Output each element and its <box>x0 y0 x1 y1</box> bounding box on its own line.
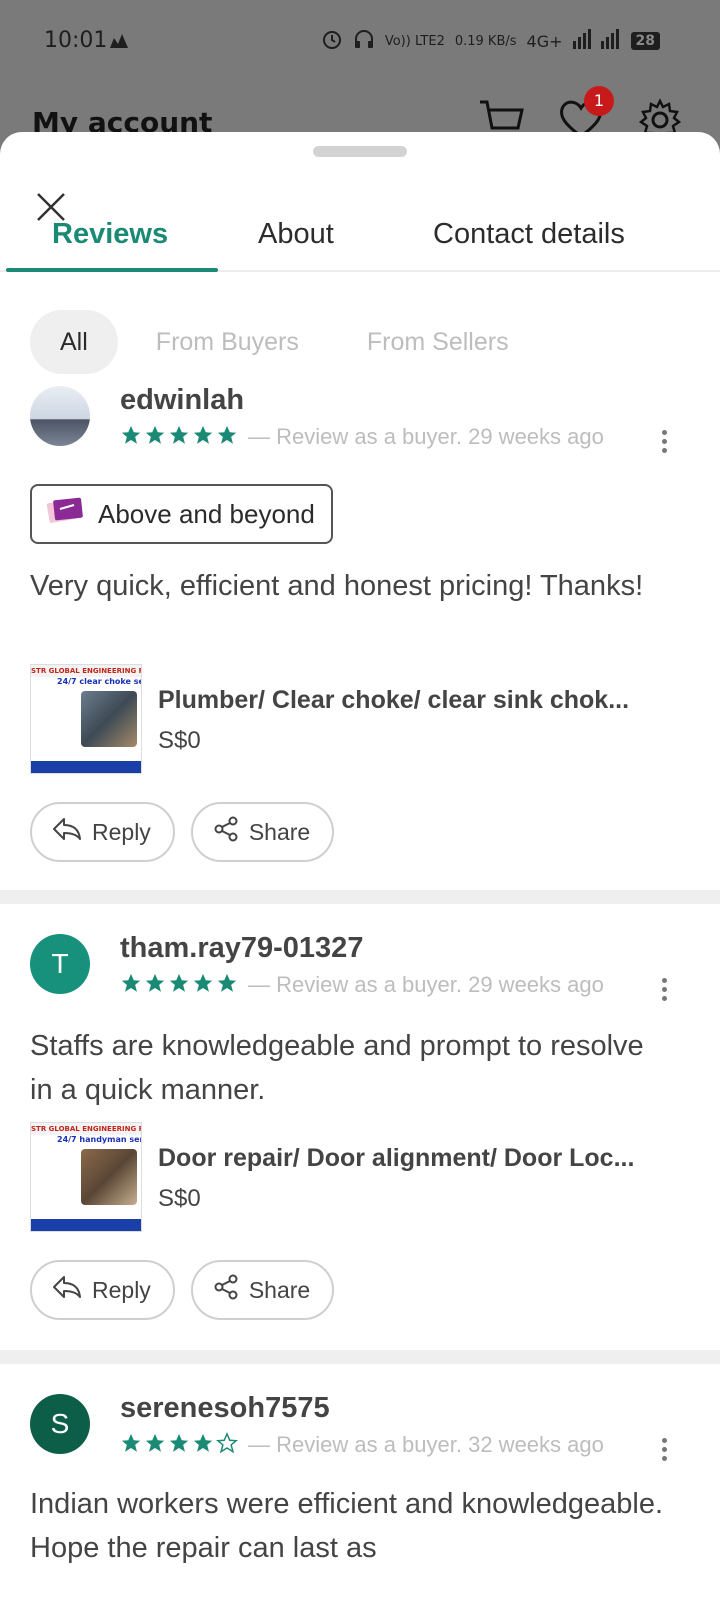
ticket-icon <box>44 495 84 534</box>
review-meta: — Review as a buyer. 29 weeks ago <box>248 972 604 997</box>
status-icons: Vo)) LTE2 0.19 KB/s 4G+ 28 <box>321 28 660 54</box>
more-options-icon[interactable] <box>662 430 668 453</box>
star-filled-icon <box>216 424 238 450</box>
star-rating <box>120 1431 239 1458</box>
listing-card[interactable]: STR GLOBAL ENGINEERING PTE LTD 24/7 clea… <box>30 664 678 774</box>
star-filled-icon <box>192 424 214 450</box>
star-filled-icon <box>168 972 190 998</box>
tab-about[interactable]: About <box>258 218 334 251</box>
listing-price: S$0 <box>158 1185 201 1212</box>
notification-icon <box>108 30 130 54</box>
star-filled-icon <box>168 1432 190 1458</box>
star-filled-icon <box>120 1432 142 1458</box>
compliment-badge: Above and beyond <box>30 484 333 544</box>
avatar[interactable]: S <box>30 1394 90 1454</box>
reply-icon <box>52 817 82 847</box>
review-meta: — Review as a buyer. 32 weeks ago <box>248 1432 604 1457</box>
section-divider <box>0 1350 720 1364</box>
alarm-icon <box>321 28 343 54</box>
more-options-icon[interactable] <box>662 1438 668 1461</box>
section-divider <box>0 890 720 904</box>
reply-button[interactable]: Reply <box>30 1260 175 1320</box>
filter-all[interactable]: All <box>30 310 118 374</box>
review-filter: All From Buyers From Sellers <box>30 310 539 374</box>
star-filled-icon <box>192 1432 214 1458</box>
share-icon <box>213 1274 239 1306</box>
star-filled-icon <box>144 424 166 450</box>
filter-from-sellers[interactable]: From Sellers <box>337 310 539 374</box>
drag-handle[interactable] <box>313 146 407 157</box>
reply-button[interactable]: Reply <box>30 802 175 862</box>
review-meta: — Review as a buyer. 29 weeks ago <box>248 424 604 449</box>
network-speed: 0.19 KB/s <box>454 33 517 49</box>
status-bar: 10:01 Vo)) LTE2 0.19 KB/s 4G+ 28 <box>0 0 720 84</box>
reviewer-name[interactable]: edwinlah <box>120 384 244 417</box>
reply-icon <box>52 1275 82 1305</box>
listing-price: S$0 <box>158 727 201 754</box>
reviewer-name[interactable]: tham.ray79-01327 <box>120 932 363 965</box>
listing-thumbnail[interactable]: STR GLOBAL ENGINEERING PTE LTD 24/7 clea… <box>30 664 142 774</box>
review-text: Indian workers were efficient and knowle… <box>30 1488 664 1564</box>
tab-contact-details[interactable]: Contact details <box>433 218 625 251</box>
listing-thumbnail[interactable]: STR GLOBAL ENGINEERING PTE LTD 24/7 hand… <box>30 1122 142 1232</box>
tab-bar: Reviews About Contact details <box>0 208 720 272</box>
tab-reviews[interactable]: Reviews <box>52 218 168 251</box>
signal-icon <box>572 29 621 53</box>
avatar[interactable] <box>30 386 90 446</box>
status-time: 10:01 <box>44 28 108 53</box>
star-filled-icon <box>216 972 238 998</box>
close-icon[interactable] <box>34 190 68 224</box>
star-filled-icon <box>120 972 142 998</box>
review-actions: Reply Share <box>30 1260 335 1320</box>
reviewer-name[interactable]: serenesoh7575 <box>120 1392 330 1425</box>
listing-title[interactable]: Door repair/ Door alignment/ Door Loc... <box>158 1144 678 1173</box>
review-actions: Reply Share <box>30 802 335 862</box>
network-volte-label: Vo)) LTE2 <box>384 33 445 49</box>
star-filled-icon <box>144 972 166 998</box>
more-options-icon[interactable] <box>662 978 668 1001</box>
review-text: Staffs are knowledgeable and prompt to r… <box>30 1030 644 1106</box>
star-filled-icon <box>144 1432 166 1458</box>
filter-from-buyers[interactable]: From Buyers <box>126 310 329 374</box>
network-type: 4G+ <box>526 31 563 51</box>
share-icon <box>213 816 239 848</box>
battery-level: 28 <box>630 32 660 50</box>
reviews-sheet: Reviews About Contact details All From B… <box>0 132 720 1608</box>
share-button[interactable]: Share <box>190 1260 335 1320</box>
star-rating <box>120 424 238 450</box>
listing-card[interactable]: STR GLOBAL ENGINEERING PTE LTD 24/7 hand… <box>30 1122 678 1232</box>
active-tab-indicator <box>6 268 218 272</box>
share-button[interactable]: Share <box>190 802 335 862</box>
star-filled-icon <box>120 424 142 450</box>
star-rating <box>120 972 238 998</box>
compliment-label: Above and beyond <box>98 498 315 529</box>
headphones-icon <box>353 28 375 54</box>
review-text: Very quick, efficient and honest pricing… <box>30 570 644 602</box>
notification-badge: 1 <box>584 86 614 116</box>
star-filled-icon <box>192 972 214 998</box>
avatar[interactable]: T <box>30 934 90 994</box>
listing-title[interactable]: Plumber/ Clear choke/ clear sink chok... <box>158 686 678 715</box>
star-filled-icon <box>168 424 190 450</box>
star-empty-icon <box>215 1431 239 1458</box>
